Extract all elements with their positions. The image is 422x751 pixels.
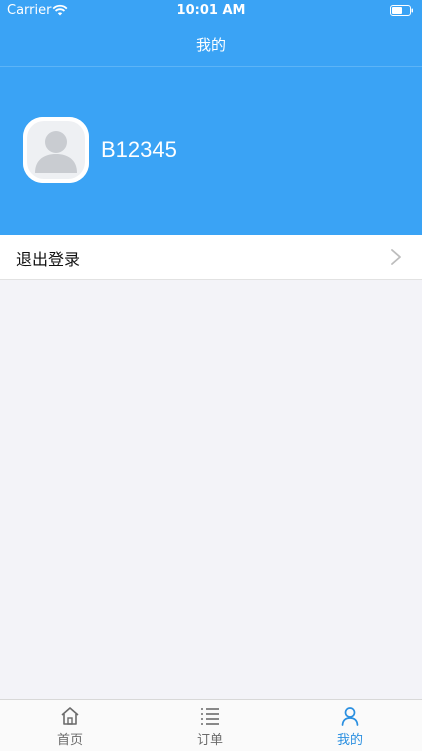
page-title: 我的 bbox=[195, 36, 226, 54]
chevron-right-icon bbox=[391, 249, 401, 265]
profile-header: B12345 bbox=[0, 67, 422, 235]
tab-home[interactable]: 首页 bbox=[0, 700, 140, 751]
avatar[interactable] bbox=[23, 117, 89, 183]
battery-icon bbox=[390, 5, 413, 16]
logout-label: 退出登录 bbox=[16, 250, 81, 269]
list-icon bbox=[201, 708, 219, 725]
status-time: 10:01 AM bbox=[176, 3, 246, 18]
tab-orders[interactable]: 订单 bbox=[140, 700, 280, 751]
navigation-bar: 我的 bbox=[0, 22, 422, 67]
person-icon bbox=[341, 707, 359, 726]
home-icon bbox=[61, 707, 79, 725]
status-bar: Carrier 10:01 AM bbox=[0, 0, 422, 22]
tab-label: 我的 bbox=[336, 733, 363, 748]
tab-mine[interactable]: 我的 bbox=[280, 700, 420, 751]
default-avatar-icon bbox=[23, 117, 89, 183]
tab-bar: 首页 订单 我的 bbox=[0, 699, 422, 751]
logout-row[interactable]: 退出登录 bbox=[0, 235, 422, 280]
tab-label: 订单 bbox=[196, 733, 223, 748]
tab-label: 首页 bbox=[56, 733, 83, 748]
username: B12345 bbox=[101, 137, 177, 162]
